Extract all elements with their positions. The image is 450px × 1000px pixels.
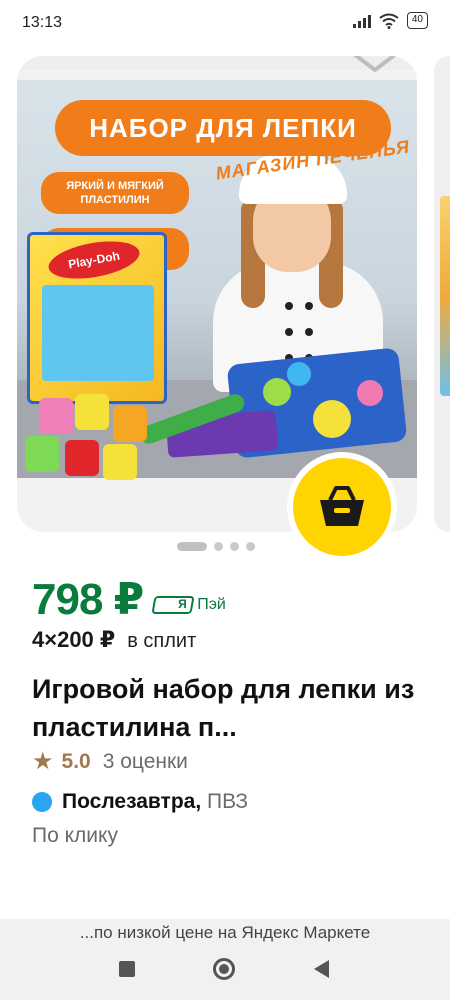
price: 798 ₽ — [32, 575, 144, 624]
status-time: 13:13 — [22, 14, 63, 31]
rating-value: 5.0 — [61, 750, 91, 773]
status-icons: 40 — [352, 12, 428, 29]
pay-label: Пэй — [197, 596, 226, 613]
play-doh-logo: Play-Doh — [45, 235, 143, 285]
battery-level: 40 — [411, 14, 423, 25]
product-title[interactable]: Игровой набор для лепки из пластилина п.… — [32, 670, 422, 746]
toy-box: Play-Doh — [27, 232, 167, 404]
delivery-type: ПВЗ — [207, 790, 249, 813]
feature-pill: ЯРКИЙ И МЯГКИЙ ПЛАСТИЛИН — [41, 172, 189, 214]
recents-icon[interactable] — [119, 961, 135, 977]
yandex-pay-badge: Я Пэй — [151, 596, 226, 614]
delivery-day: Послезавтра, — [62, 790, 202, 813]
page-caption: ...по низкой цене на Яндекс Маркете — [79, 923, 371, 942]
rating-row[interactable]: ★ 5.0 3 оценки — [32, 750, 188, 774]
yandex-pay-icon: Я — [151, 596, 195, 614]
carousel-indicator — [177, 542, 255, 551]
delivery-dot-icon — [32, 792, 52, 812]
split-text: в сплит — [127, 630, 197, 652]
basket-icon — [320, 486, 364, 526]
bottom-bar: ...по низкой цене на Яндекс Маркете — [0, 919, 450, 1000]
split-amount: 4×200 ₽ — [32, 627, 116, 652]
carousel-dot — [230, 542, 239, 551]
price-row: 798 ₽ Я Пэй — [32, 574, 226, 625]
chevron-down-icon — [353, 56, 397, 73]
carousel-dot — [214, 542, 223, 551]
signal-icon — [352, 14, 371, 28]
split-row: 4×200 ₽ в сплит — [32, 627, 196, 653]
product-card[interactable]: НАБОР ДЛЯ ЛЕПКИ МАГАЗИН ПЕЧЕНЬЯ ЯРКИЙ И … — [0, 44, 450, 919]
product-photo[interactable]: НАБОР ДЛЯ ЛЕПКИ МАГАЗИН ПЕЧЕНЬЯ ЯРКИЙ И … — [17, 80, 417, 480]
rating-count: 3 оценки — [102, 750, 188, 773]
click-delivery-text: По клику — [32, 824, 118, 847]
delivery-row: Послезавтра, ПВЗ — [32, 790, 248, 814]
carousel-dot — [246, 542, 255, 551]
carousel-dot — [177, 542, 207, 551]
back-icon[interactable] — [314, 960, 329, 978]
home-icon[interactable] — [213, 958, 235, 980]
star-icon: ★ — [32, 748, 54, 775]
status-bar: 13:13 40 — [0, 0, 450, 44]
wifi-icon — [379, 13, 399, 29]
next-product-card[interactable] — [434, 56, 450, 532]
add-to-cart-button[interactable] — [287, 452, 397, 562]
battery-icon: 40 — [406, 12, 428, 29]
